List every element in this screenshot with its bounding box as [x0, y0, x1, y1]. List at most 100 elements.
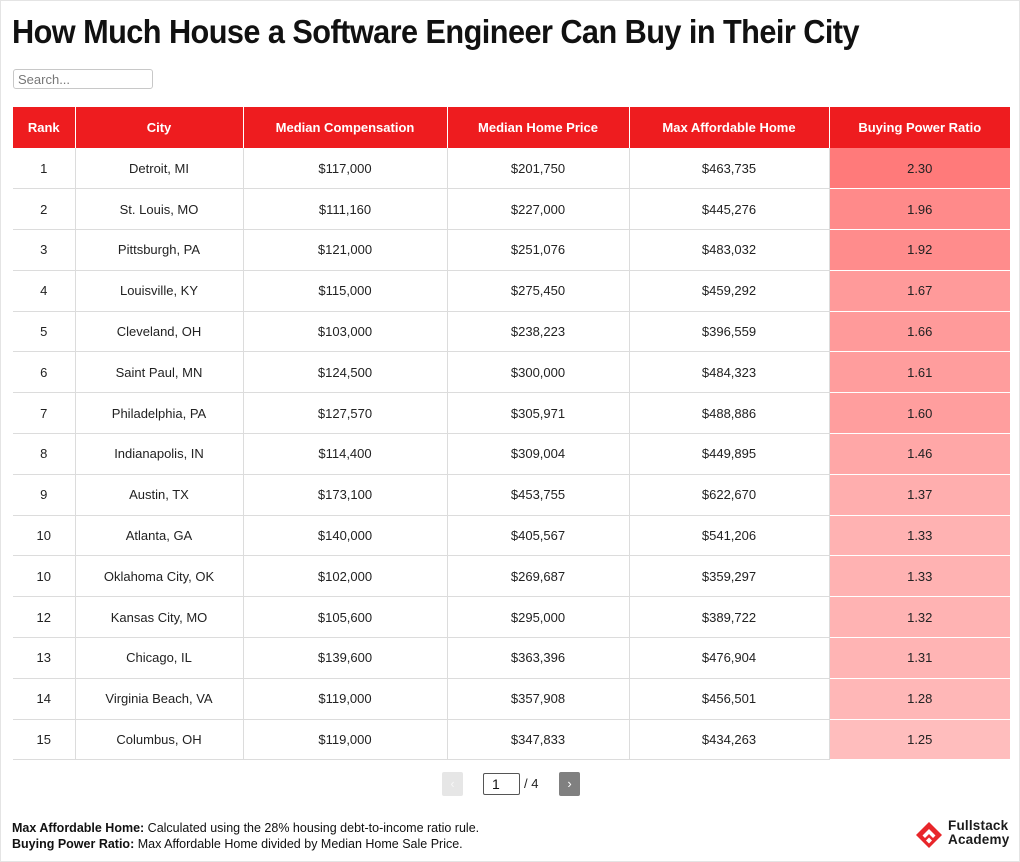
cell-buying-power-ratio: 1.31: [828, 637, 1010, 679]
table-row: 7 Philadelphia, PA $127,570 $305,971 $488,88…: [13, 392, 1010, 435]
cell-buying-power-ratio: 1.32: [828, 596, 1010, 639]
table-row: 1 Detroit, MI $117,000 $201,750 $463,735 2.30: [13, 148, 1010, 190]
cell-median-compensation: $115,000: [242, 270, 447, 312]
page-total: / 4: [524, 776, 539, 791]
table-header-row: Rank City Median Compensation Median Hom…: [13, 107, 1010, 148]
cell-buying-power-ratio: 1.33: [828, 515, 1010, 557]
table-row: 14 Virginia Beach, VA $119,000 $357,908 $456…: [13, 678, 1010, 720]
prev-page-button[interactable]: ‹: [442, 772, 463, 796]
cell-buying-power-ratio: 1.67: [828, 270, 1010, 312]
cell-median-compensation: $105,600: [242, 596, 447, 639]
cell-city: Louisville, KY: [74, 270, 243, 312]
page-number-input[interactable]: [483, 773, 520, 795]
ranking-table: Rank City Median Compensation Median Hom…: [13, 107, 1010, 761]
cell-buying-power-ratio: 1.61: [828, 351, 1010, 394]
cell-median-home-price: $269,687: [446, 555, 629, 598]
cell-city: Detroit, MI: [74, 148, 243, 190]
fullstack-diamond-icon: [916, 822, 942, 848]
cell-rank: 5: [13, 311, 75, 353]
chevron-right-icon: ›: [567, 776, 572, 791]
table-row: 6 Saint Paul, MN $124,500 $300,000 $484,323 1…: [13, 351, 1010, 394]
cell-max-affordable-home: $396,559: [628, 311, 829, 353]
cell-city: Virginia Beach, VA: [74, 678, 243, 720]
cell-rank: 8: [13, 433, 75, 475]
cell-buying-power-ratio: 1.28: [828, 678, 1010, 720]
page-title: How Much House a Software Engineer Can B…: [12, 13, 860, 50]
header-city[interactable]: City: [74, 107, 244, 148]
next-page-button[interactable]: ›: [559, 772, 580, 796]
cell-max-affordable-home: $445,276: [628, 188, 829, 231]
header-rank[interactable]: Rank: [13, 107, 76, 148]
footnote-text: Calculated using the 28% housing debt-to…: [144, 821, 480, 835]
cell-max-affordable-home: $459,292: [628, 270, 829, 312]
table-row: 10 Oklahoma City, OK $102,000 $269,687 $359,…: [13, 555, 1010, 598]
cell-buying-power-ratio: 1.25: [828, 719, 1010, 761]
cell-median-home-price: $347,833: [446, 719, 629, 761]
cell-rank: 12: [13, 596, 75, 639]
footnotes: Max Affordable Home: Calculated using th…: [12, 820, 479, 852]
cell-max-affordable-home: $434,263: [628, 719, 829, 761]
cell-max-affordable-home: $463,735: [628, 148, 829, 190]
cell-city: Philadelphia, PA: [74, 392, 243, 435]
cell-median-home-price: $453,755: [446, 474, 629, 516]
search-input[interactable]: [13, 69, 153, 89]
cell-city: Saint Paul, MN: [74, 351, 243, 394]
cell-rank: 6: [13, 351, 75, 394]
cell-city: Cleveland, OH: [74, 311, 243, 353]
cell-max-affordable-home: $541,206: [628, 515, 829, 557]
cell-median-compensation: $103,000: [242, 311, 447, 353]
table-row: 4 Louisville, KY $115,000 $275,450 $459,292 1…: [13, 270, 1010, 312]
footnote-max-affordable: Max Affordable Home: Calculated using th…: [12, 820, 479, 836]
footnote-label: Max Affordable Home:: [12, 821, 145, 835]
cell-buying-power-ratio: 1.96: [828, 188, 1010, 231]
footnote-text: Max Affordable Home divided by Median Ho…: [134, 837, 463, 851]
cell-median-home-price: $405,567: [446, 515, 629, 557]
cell-median-compensation: $111,160: [242, 188, 447, 231]
fullstack-academy-logo: Fullstack Academy: [915, 819, 1015, 851]
logo-line-2: Academy: [948, 832, 1010, 847]
cell-median-compensation: $139,600: [242, 637, 447, 679]
cell-city: St. Louis, MO: [74, 188, 243, 231]
cell-buying-power-ratio: 2.30: [828, 148, 1010, 190]
table-row: 9 Austin, TX $173,100 $453,755 $622,670 1.37: [13, 474, 1010, 516]
cell-median-home-price: $309,004: [446, 433, 629, 475]
cell-rank: 3: [13, 229, 75, 271]
cell-rank: 10: [13, 555, 75, 598]
cell-city: Atlanta, GA: [74, 515, 243, 557]
header-buying-power-ratio[interactable]: Buying Power Ratio: [828, 107, 1010, 148]
cell-median-home-price: $357,908: [446, 678, 629, 720]
cell-buying-power-ratio: 1.37: [828, 474, 1010, 516]
cell-rank: 1: [13, 148, 75, 190]
table-body: 1 Detroit, MI $117,000 $201,750 $463,735 2.30…: [13, 148, 1010, 761]
table-row: 8 Indianapolis, IN $114,400 $309,004 $449,89…: [13, 433, 1010, 475]
cell-max-affordable-home: $484,323: [628, 351, 829, 394]
cell-city: Kansas City, MO: [74, 596, 243, 639]
header-median-home-price[interactable]: Median Home Price: [446, 107, 630, 148]
cell-rank: 13: [13, 637, 75, 679]
cell-median-home-price: $227,000: [446, 188, 629, 231]
cell-max-affordable-home: $488,886: [628, 392, 829, 435]
cell-median-compensation: $102,000: [242, 555, 447, 598]
header-max-affordable-home[interactable]: Max Affordable Home: [628, 107, 830, 148]
cell-city: Chicago, IL: [74, 637, 243, 679]
cell-city: Austin, TX: [74, 474, 243, 516]
cell-city: Indianapolis, IN: [74, 433, 243, 475]
cell-buying-power-ratio: 1.46: [828, 433, 1010, 475]
cell-median-home-price: $363,396: [446, 637, 629, 679]
cell-buying-power-ratio: 1.66: [828, 311, 1010, 353]
cell-rank: 2: [13, 188, 75, 231]
cell-rank: 7: [13, 392, 75, 435]
cell-rank: 14: [13, 678, 75, 720]
cell-buying-power-ratio: 1.33: [828, 555, 1010, 598]
table-row: 13 Chicago, IL $139,600 $363,396 $476,904 1.3…: [13, 637, 1010, 679]
cell-rank: 15: [13, 719, 75, 761]
cell-median-compensation: $124,500: [242, 351, 447, 394]
cell-median-home-price: $305,971: [446, 392, 629, 435]
header-median-compensation[interactable]: Median Compensation: [242, 107, 448, 148]
cell-rank: 10: [13, 515, 75, 557]
cell-median-home-price: $275,450: [446, 270, 629, 312]
cell-buying-power-ratio: 1.92: [828, 229, 1010, 271]
cell-max-affordable-home: $483,032: [628, 229, 829, 271]
cell-median-compensation: $114,400: [242, 433, 447, 475]
cell-median-compensation: $119,000: [242, 719, 447, 761]
